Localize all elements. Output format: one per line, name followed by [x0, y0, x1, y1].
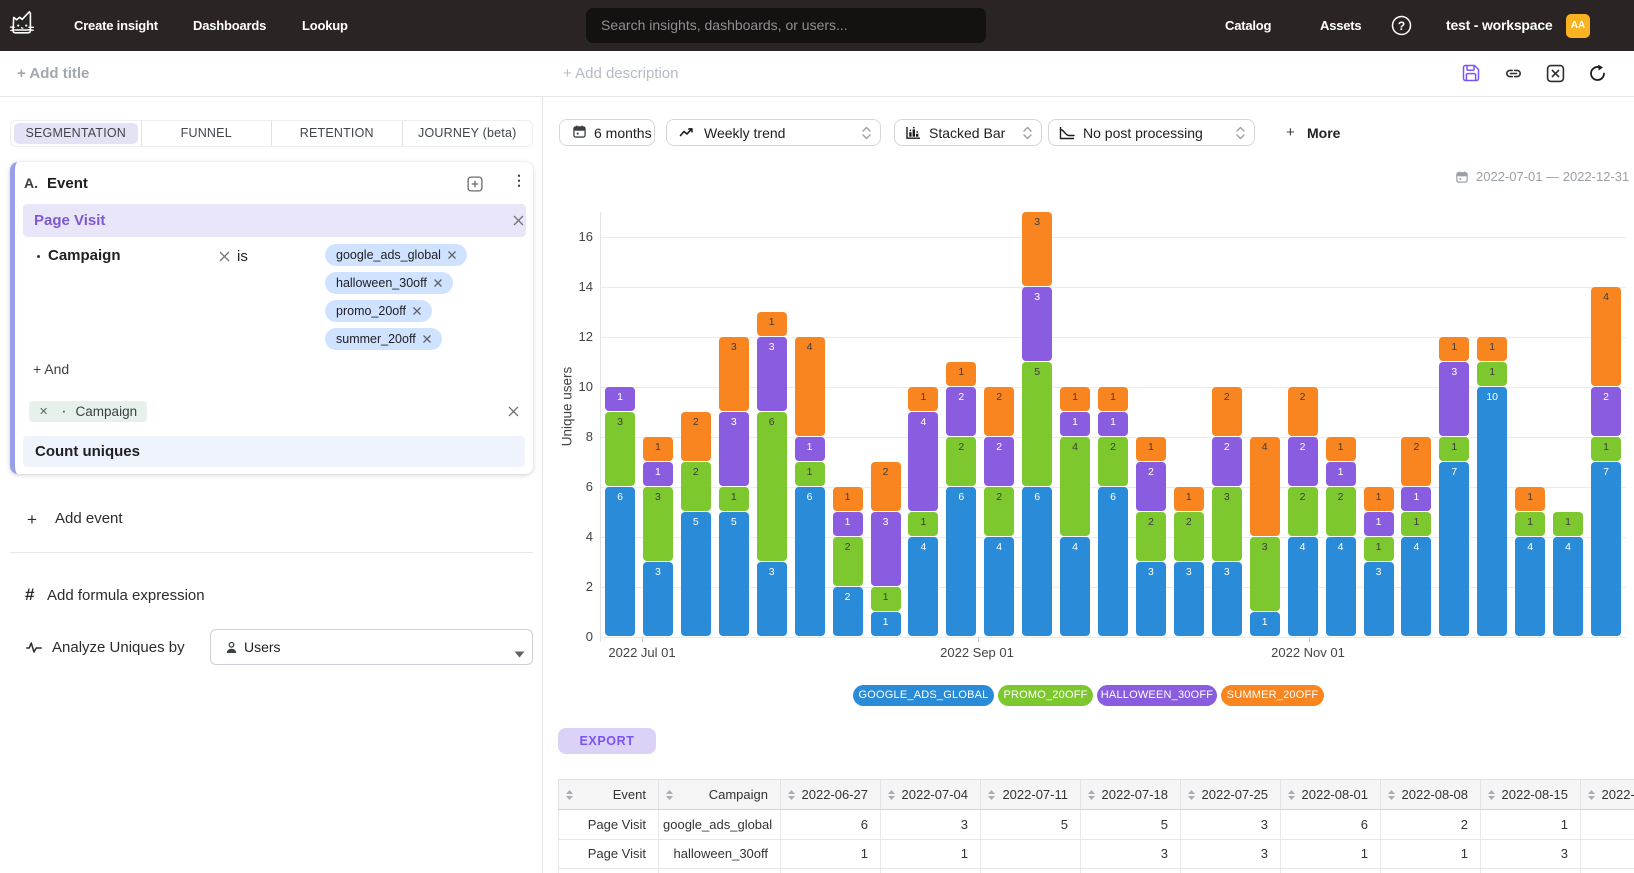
- svg-text:?: ?: [1398, 19, 1405, 33]
